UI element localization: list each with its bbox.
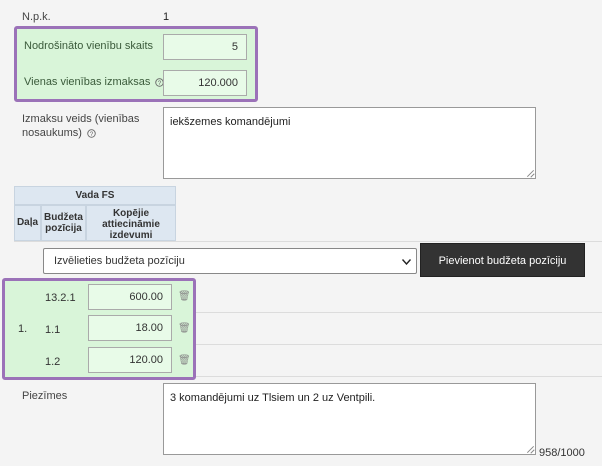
notes-label: Piezīmes [22,390,68,402]
col-total-header: Kopējie attiecināmie izdevumi [86,205,176,241]
col-position-header: Budžeta pozīcija [41,205,86,241]
add-budget-position-button[interactable]: Pievienot budžeta pozīciju [420,243,585,277]
col-position-line2: pozīcija [45,223,82,234]
npk-value: 1 [163,11,170,23]
chevron-down-icon [402,259,411,265]
col-position-line1: Budžeta [44,212,83,223]
budget-group-header: Vada FS [14,186,176,205]
payment-type-textarea[interactable]: iekšzemes komandējumi [163,107,536,179]
table-divider [193,376,602,377]
npk-label: N.p.k. [22,11,51,23]
payment-type-value: iekšzemes komandējumi [170,116,291,128]
notes-value: 3 komandējumi uz Tlsiem un 2 uz Ventpili… [170,392,376,404]
payment-type-label-line1: Izmaksu veids (vienības [22,113,140,125]
resize-handle-icon[interactable] [526,445,534,453]
col-total-line1: Kopējie [112,208,150,219]
payment-type-label-line2: nosaukums) ? [22,127,96,139]
svg-text:?: ? [90,130,94,137]
notes-char-counter: 958/1000 [539,447,585,459]
info-circle-icon[interactable]: ? [87,128,96,138]
highlight-budget-rows [2,278,196,380]
table-divider [193,344,602,345]
highlight-units-section [14,26,258,102]
col-total-line3: izdevumi [109,230,153,241]
payment-type-label: Izmaksu veids (vienības nosaukums) ? [22,112,152,140]
budget-position-select[interactable]: Izvēlieties budžeta pozīciju [43,248,417,274]
col-part-header: Daļa [14,205,41,241]
notes-textarea[interactable]: 3 komandējumi uz Tlsiem un 2 uz Ventpili… [163,383,536,455]
payment-type-label-line2-text: nosaukums) [22,127,82,139]
table-divider [14,241,602,242]
table-divider [193,312,602,313]
select-placeholder: Izvēlieties budžeta pozīciju [54,255,185,267]
col-total-line2: attiecināmie [102,219,160,230]
resize-handle-icon[interactable] [526,169,534,177]
